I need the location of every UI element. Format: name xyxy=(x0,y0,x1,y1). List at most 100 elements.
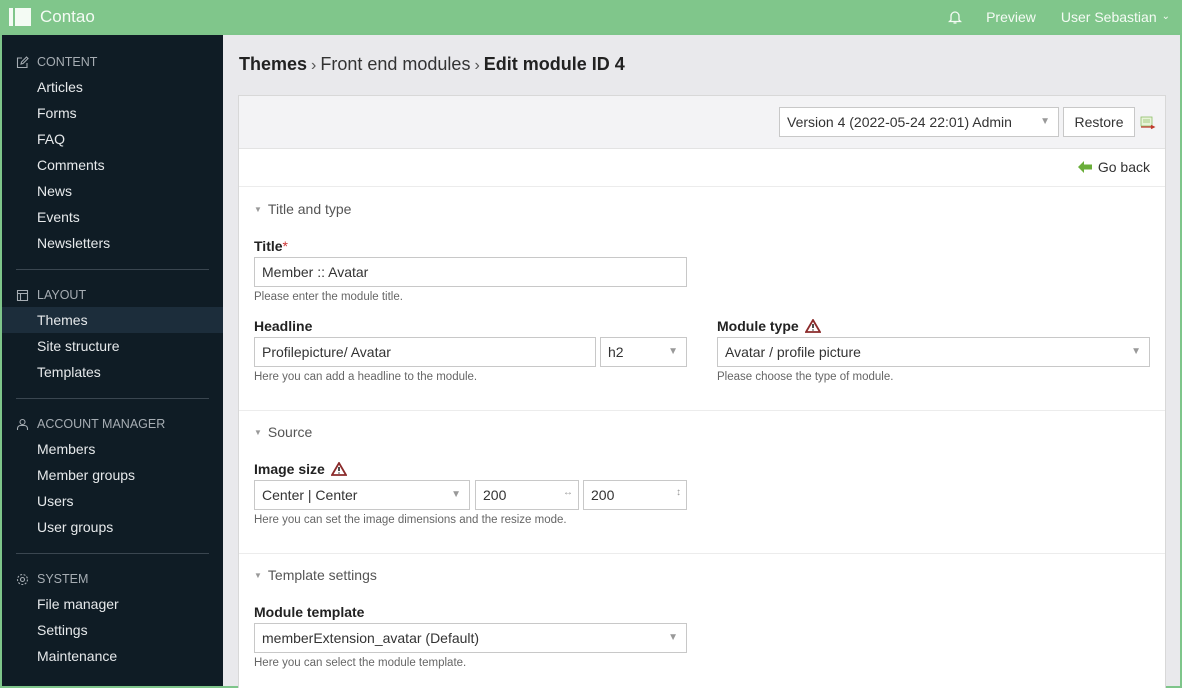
module-type-label-text: Module type xyxy=(717,318,799,334)
headline-help: Here you can add a headline to the modul… xyxy=(254,371,478,383)
image-height-input[interactable]: 200 ↕ xyxy=(583,480,687,510)
sidebar-item-file-manager[interactable]: File manager xyxy=(2,591,223,617)
version-select-value: Version 4 (2022-05-24 22:01) Admin xyxy=(787,114,1012,130)
collapse-triangle-icon: ▼ xyxy=(254,570,262,580)
image-height-value: 200 xyxy=(591,487,615,503)
title-label-text: Title xyxy=(254,238,283,254)
sidebar-item-comments[interactable]: Comments xyxy=(2,152,223,178)
version-bar: Version 4 (2022-05-24 22:01) Admin ▼ Res… xyxy=(239,96,1165,149)
module-type-label: Module type xyxy=(717,318,821,334)
main-content: Themes › Front end modules › Edit module ID … xyxy=(223,35,1180,688)
sidebar-item-templates[interactable]: Templates xyxy=(2,359,223,385)
title-label: Title * xyxy=(254,238,288,254)
legend-label: Title and type xyxy=(267,201,352,217)
nav-group-system[interactable]: SYSTEM xyxy=(2,567,223,591)
nav-group-content[interactable]: CONTENT xyxy=(2,50,223,74)
breadcrumb-separator: › xyxy=(311,57,317,74)
version-select[interactable]: Version 4 (2022-05-24 22:01) Admin ▼ xyxy=(779,107,1059,137)
sidebar: CONTENT Articles Forms FAQ Comments News… xyxy=(2,35,223,686)
image-size-label: Image size xyxy=(254,461,347,477)
back-arrow-icon xyxy=(1077,161,1092,173)
sidebar-item-faq[interactable]: FAQ xyxy=(2,126,223,152)
nav-group-label: LAYOUT xyxy=(37,288,87,302)
section-divider xyxy=(239,410,1165,411)
user-name: User Sebastian xyxy=(1060,8,1157,25)
caret-down-icon: ▼ xyxy=(451,489,461,500)
collapse-triangle-icon: ▼ xyxy=(254,427,262,437)
sidebar-item-settings[interactable]: Settings xyxy=(2,617,223,643)
sidebar-item-users[interactable]: Users xyxy=(2,488,223,514)
module-template-label: Module template xyxy=(254,604,365,620)
headline-level-value: h2 xyxy=(608,344,624,360)
gear-icon xyxy=(16,573,29,585)
breadcrumb: Themes › Front end modules › Edit module ID … xyxy=(239,54,625,75)
nav-group-label: CONTENT xyxy=(37,55,98,69)
nav-group-account-manager[interactable]: ACCOUNT MANAGER xyxy=(2,412,223,436)
goback-row: Go back xyxy=(239,149,1165,187)
resize-mode-value: Center | Center xyxy=(262,487,358,503)
sidebar-item-news[interactable]: News xyxy=(2,178,223,204)
go-back-label: Go back xyxy=(1097,159,1150,175)
bell-icon[interactable] xyxy=(948,9,963,25)
sidebar-item-maintenance[interactable]: Maintenance xyxy=(2,643,223,669)
section-divider xyxy=(239,553,1165,554)
warning-icon xyxy=(804,319,821,333)
image-size-label-text: Image size xyxy=(254,461,325,477)
sidebar-item-forms[interactable]: Forms xyxy=(2,100,223,126)
nav-group-layout[interactable]: LAYOUT xyxy=(2,283,223,307)
module-type-value: Avatar / profile picture xyxy=(725,344,861,360)
title-help: Please enter the module title. xyxy=(254,291,403,303)
headline-label: Headline xyxy=(254,318,313,334)
module-type-help: Please choose the type of module. xyxy=(717,371,894,383)
go-back-link[interactable]: Go back xyxy=(1077,159,1150,175)
image-width-input[interactable]: 200 ↔ xyxy=(475,480,579,510)
title-input[interactable]: Member :: Avatar xyxy=(254,257,687,287)
breadcrumb-current: Edit module ID 4 xyxy=(483,54,625,74)
module-template-value: memberExtension_avatar (Default) xyxy=(262,630,480,646)
module-type-select[interactable]: Avatar / profile picture ▼ xyxy=(717,337,1150,367)
image-width-value: 200 xyxy=(483,487,507,503)
headline-level-select[interactable]: h2 ▼ xyxy=(600,337,687,367)
breadcrumb-front-end-modules[interactable]: Front end modules xyxy=(320,54,470,74)
image-size-help: Here you can set the image dimensions an… xyxy=(254,514,567,526)
breadcrumb-separator: › xyxy=(474,57,480,74)
sidebar-item-themes[interactable]: Themes xyxy=(2,307,223,333)
legend-source[interactable]: ▼ Source xyxy=(254,424,312,440)
logo[interactable]: Contao xyxy=(7,6,95,28)
divider xyxy=(16,398,209,399)
legend-label: Template settings xyxy=(267,567,377,583)
legend-label: Source xyxy=(267,424,313,440)
layout-icon xyxy=(16,289,29,301)
chevron-down-icon: ⌄ xyxy=(1161,11,1170,22)
legend-template-settings[interactable]: ▼ Template settings xyxy=(254,567,377,583)
caret-down-icon: ▼ xyxy=(1131,346,1141,357)
collapse-triangle-icon: ▼ xyxy=(254,204,262,214)
module-template-help: Here you can select the module template. xyxy=(254,657,467,669)
resize-mode-select[interactable]: Center | Center ▼ xyxy=(254,480,470,510)
sidebar-item-newsletters[interactable]: Newsletters xyxy=(2,230,223,256)
warning-icon xyxy=(330,462,347,476)
divider xyxy=(16,553,209,554)
sidebar-item-user-groups[interactable]: User groups xyxy=(2,514,223,540)
divider xyxy=(16,269,209,270)
headline-input[interactable]: Profilepicture/ Avatar xyxy=(254,337,596,367)
edit-icon xyxy=(16,55,29,68)
top-bar: Contao Preview User Sebastian ⌄ xyxy=(0,0,1182,33)
sidebar-item-member-groups[interactable]: Member groups xyxy=(2,462,223,488)
height-arrows-icon: ↕ xyxy=(676,487,681,498)
legend-title-type[interactable]: ▼ Title and type xyxy=(254,201,351,217)
show-differences-icon[interactable] xyxy=(1140,116,1156,130)
nav-group-label: ACCOUNT MANAGER xyxy=(37,417,166,431)
sidebar-item-articles[interactable]: Articles xyxy=(2,74,223,100)
preview-link[interactable]: Preview xyxy=(986,9,1036,25)
sidebar-item-site-structure[interactable]: Site structure xyxy=(2,333,223,359)
required-mark: * xyxy=(282,238,288,254)
breadcrumb-themes[interactable]: Themes xyxy=(239,54,307,74)
user-icon xyxy=(16,418,29,430)
module-template-select[interactable]: memberExtension_avatar (Default) ▼ xyxy=(254,623,687,653)
caret-down-icon: ▼ xyxy=(668,632,678,643)
user-menu[interactable]: User Sebastian ⌄ xyxy=(1061,9,1170,25)
sidebar-item-events[interactable]: Events xyxy=(2,204,223,230)
restore-button[interactable]: Restore xyxy=(1063,107,1135,137)
sidebar-item-members[interactable]: Members xyxy=(2,436,223,462)
